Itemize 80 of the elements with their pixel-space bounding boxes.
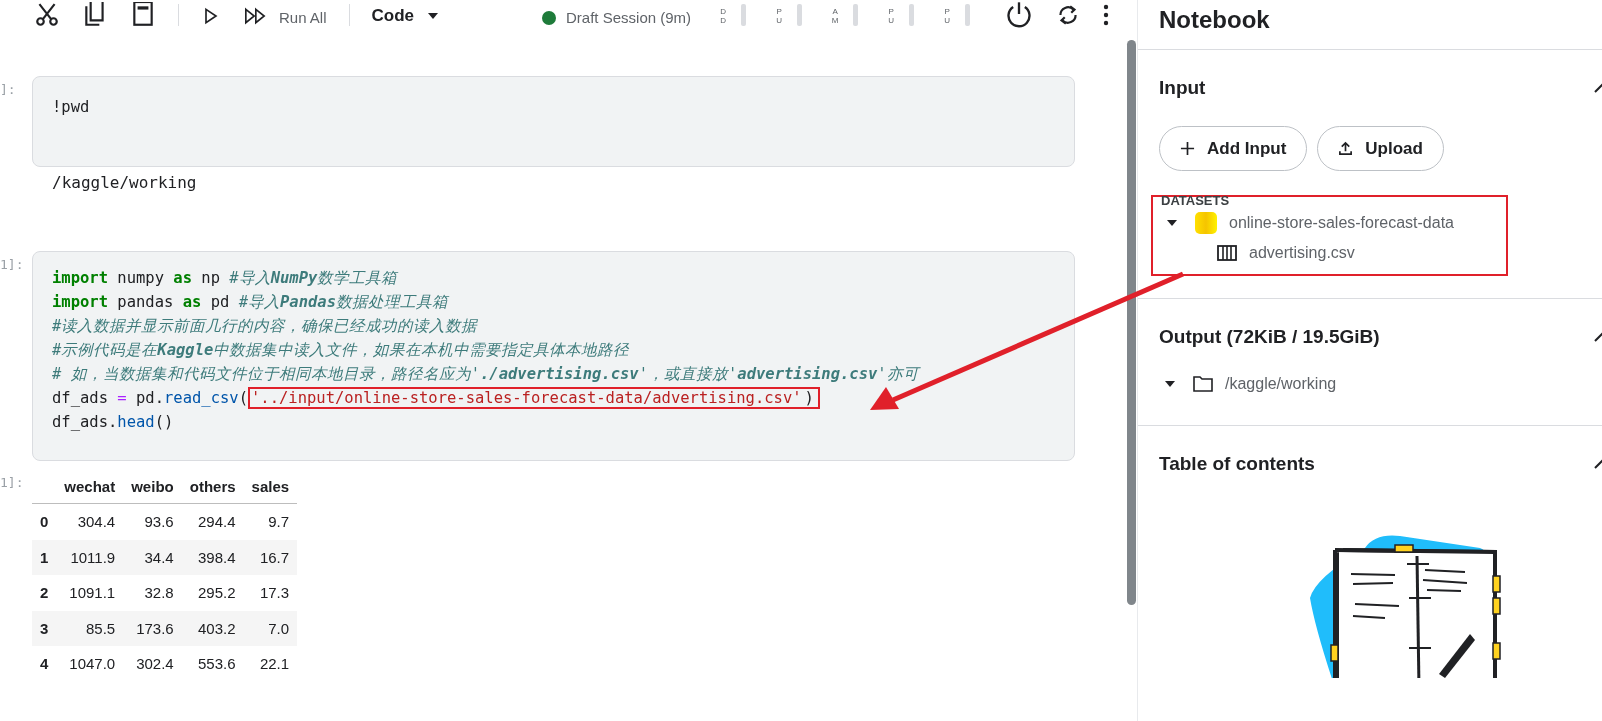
meter-label: PU — [887, 8, 895, 26]
table-cell: 294.4 — [181, 503, 244, 540]
meter-label: AM — [831, 8, 840, 26]
caret-icon[interactable] — [1167, 220, 1177, 226]
code-line: import pandas as pd #导入Pandas数据处理工具箱 — [52, 292, 450, 313]
meter-label: DD — [719, 8, 727, 26]
panel-title: Notebook — [1138, 0, 1602, 50]
scissors-icon[interactable] — [34, 2, 60, 28]
row-index: 4 — [32, 646, 57, 682]
save-icon[interactable] — [130, 2, 156, 28]
cell-type-dropdown[interactable]: Code — [371, 6, 439, 26]
meter-bar — [853, 4, 859, 26]
row-index: 3 — [32, 610, 57, 646]
scrollbar-thumb[interactable] — [1127, 40, 1136, 605]
section-title[interactable]: Output (72KiB / 19.5GiB) — [1159, 326, 1380, 348]
table-cell: 9.7 — [243, 503, 298, 540]
code-line: df_ads.head() — [52, 412, 175, 433]
code-line: # 如，当数据集和代码文件位于相同本地目录，路径名应为'./advertising.csv'，或直接放'advertising.csv'亦可 — [52, 364, 922, 385]
row-index: 0 — [32, 503, 57, 540]
row-index: 1 — [32, 539, 57, 575]
cell-prompt: ]: — [0, 81, 17, 99]
fast-forward-icon[interactable] — [243, 6, 267, 26]
code-line: import numpy as np #导入NumPy数学工具箱 — [52, 268, 399, 289]
folder-icon — [1193, 376, 1213, 392]
group-label: DATASETS — [1161, 193, 1231, 208]
table-cell: 85.5 — [56, 610, 124, 646]
table-icon — [1217, 245, 1237, 261]
section-title[interactable]: Input — [1159, 77, 1206, 99]
table-cell: 173.6 — [123, 610, 182, 646]
dataset-icon — [1195, 212, 1217, 234]
table-cell: 295.2 — [181, 575, 244, 611]
caret-icon[interactable] — [428, 13, 439, 19]
table-cell: 1091.1 — [56, 575, 124, 611]
column-header: weibo — [123, 469, 182, 504]
section-title[interactable]: Table of contents — [1159, 453, 1315, 475]
table-cell: 553.6 — [181, 646, 244, 682]
tree-item[interactable]: /kaggle/working — [1225, 375, 1337, 393]
table-cell: 16.7 — [243, 539, 298, 575]
code-cell[interactable] — [32, 251, 1075, 461]
meter-bar — [797, 4, 803, 26]
tree-item[interactable]: advertising.csv — [1249, 244, 1355, 262]
code-line: #示例代码是在Kaggle中数据集中读入文件，如果在本机中需要指定具体本地路径 — [52, 340, 631, 361]
table-cell: 302.4 — [123, 646, 182, 682]
meter-label: PU — [943, 8, 951, 26]
meter-label: PU — [775, 8, 783, 26]
code-cell[interactable]: !pwd — [32, 76, 1075, 167]
tree-item[interactable]: online-store-sales-forecast-data — [1229, 214, 1454, 232]
table-cell: 17.3 — [243, 575, 298, 611]
more-icon[interactable] — [1103, 2, 1110, 28]
upload-icon — [1338, 141, 1354, 156]
table-cell: 403.2 — [181, 610, 244, 646]
row-index: 2 — [32, 575, 57, 611]
upload-button[interactable]: Upload — [1317, 126, 1444, 171]
table-cell: 93.6 — [123, 503, 182, 540]
table-cell: 1047.0 — [56, 646, 124, 682]
power-icon[interactable] — [1005, 0, 1034, 28]
table-cell: 398.4 — [181, 539, 244, 575]
session-status: Draft Session (9m) — [566, 9, 692, 26]
column-header: wechat — [56, 469, 124, 504]
table-cell: 7.0 — [243, 610, 298, 646]
meter-bar — [909, 4, 915, 26]
code-line: !pwd — [52, 97, 91, 118]
table-cell: 34.4 — [123, 539, 182, 575]
add-input-button[interactable]: Add Input — [1159, 126, 1308, 171]
column-header: others — [181, 469, 244, 504]
cell-prompt: 1]: — [0, 256, 25, 274]
meter-bar — [965, 4, 971, 26]
status-dot-icon — [542, 10, 557, 25]
output-prompt: 1]: — [0, 474, 25, 492]
table-cell: 22.1 — [243, 646, 298, 682]
caret-icon[interactable] — [1165, 381, 1175, 387]
code-line: #读入数据并显示前面几行的内容，确保已经成功的读入数据 — [52, 316, 479, 337]
table-cell: 304.4 — [56, 503, 124, 540]
run-all-button[interactable]: Run All — [279, 9, 327, 26]
column-header: sales — [243, 469, 298, 504]
table-cell: 32.8 — [123, 575, 182, 611]
cell-output: /kaggle/working — [52, 173, 197, 192]
meter-bar — [741, 4, 747, 26]
plus-icon — [1180, 141, 1195, 156]
table-cell: 1011.9 — [56, 539, 124, 575]
